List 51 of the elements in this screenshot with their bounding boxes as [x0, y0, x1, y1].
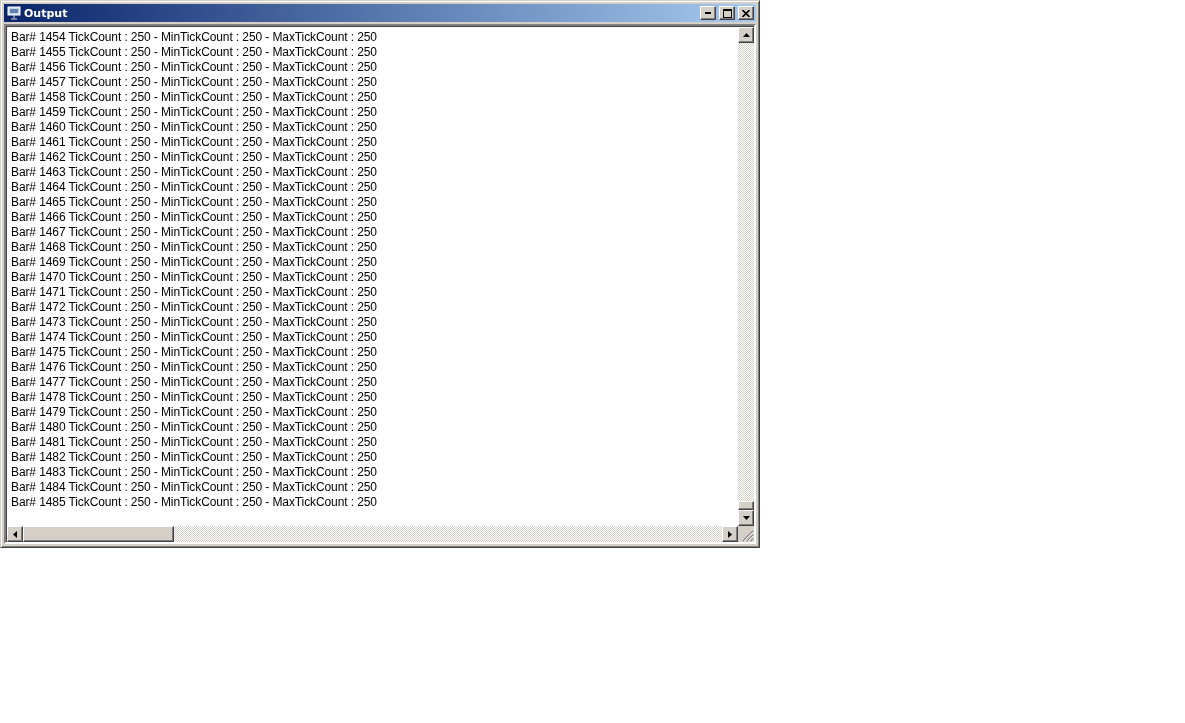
- window-title: Output: [24, 6, 69, 20]
- minimize-button[interactable]: [700, 6, 716, 20]
- log-line: Bar# 1482 TickCount : 250 - MinTickCount : 250 - MaxTickCount : 250: [11, 450, 377, 465]
- log-line: Bar# 1485 TickCount : 250 - MinTickCount : 250 - MaxTickCount : 250: [11, 495, 377, 510]
- maximize-button[interactable]: [719, 6, 735, 20]
- log-line: Bar# 1473 TickCount : 250 - MinTickCount : 250 - MaxTickCount : 250: [11, 315, 377, 330]
- log-line: Bar# 1471 TickCount : 250 - MinTickCount : 250 - MaxTickCount : 250: [11, 285, 377, 300]
- left-arrow-icon: [13, 530, 17, 538]
- log-line: Bar# 1468 TickCount : 250 - MinTickCount : 250 - MaxTickCount : 250: [11, 240, 377, 255]
- close-button[interactable]: [738, 6, 754, 20]
- scroll-thumb[interactable]: [23, 526, 174, 542]
- down-arrow-icon: [742, 516, 750, 520]
- log-line: Bar# 1462 TickCount : 250 - MinTickCount : 250 - MaxTickCount : 250: [11, 150, 377, 165]
- log-line: Bar# 1470 TickCount : 250 - MinTickCount : 250 - MaxTickCount : 250: [11, 270, 377, 285]
- log-line: Bar# 1484 TickCount : 250 - MinTickCount : 250 - MaxTickCount : 250: [11, 480, 377, 495]
- scroll-left-button[interactable]: [7, 526, 23, 542]
- right-arrow-icon: [728, 530, 732, 538]
- log-line: Bar# 1478 TickCount : 250 - MinTickCount : 250 - MaxTickCount : 250: [11, 390, 377, 405]
- monitor-icon: [7, 6, 21, 20]
- log-line: Bar# 1459 TickCount : 250 - MinTickCount : 250 - MaxTickCount : 250: [11, 105, 377, 120]
- scroll-up-button[interactable]: [738, 27, 754, 43]
- scroll-down-button[interactable]: [738, 510, 754, 526]
- minimize-icon: [705, 12, 711, 14]
- log-line: Bar# 1475 TickCount : 250 - MinTickCount : 250 - MaxTickCount : 250: [11, 345, 377, 360]
- close-icon: [742, 9, 750, 17]
- log-line: Bar# 1458 TickCount : 250 - MinTickCount : 250 - MaxTickCount : 250: [11, 90, 377, 105]
- log-line: Bar# 1454 TickCount : 250 - MinTickCount : 250 - MaxTickCount : 250: [11, 30, 377, 45]
- log-line: Bar# 1483 TickCount : 250 - MinTickCount : 250 - MaxTickCount : 250: [11, 465, 377, 480]
- log-line: Bar# 1461 TickCount : 250 - MinTickCount : 250 - MaxTickCount : 250: [11, 135, 377, 150]
- log-line: Bar# 1481 TickCount : 250 - MinTickCount : 250 - MaxTickCount : 250: [11, 435, 377, 450]
- log-line: Bar# 1474 TickCount : 250 - MinTickCount : 250 - MaxTickCount : 250: [11, 330, 377, 345]
- log-line: Bar# 1472 TickCount : 250 - MinTickCount : 250 - MaxTickCount : 250: [11, 300, 377, 315]
- log-line: Bar# 1460 TickCount : 250 - MinTickCount : 250 - MaxTickCount : 250: [11, 120, 377, 135]
- resize-grip-icon[interactable]: [742, 530, 754, 542]
- log-line: Bar# 1469 TickCount : 250 - MinTickCount : 250 - MaxTickCount : 250: [11, 255, 377, 270]
- up-arrow-icon: [742, 33, 750, 37]
- log-line: Bar# 1467 TickCount : 250 - MinTickCount : 250 - MaxTickCount : 250: [11, 225, 377, 240]
- log-line: Bar# 1480 TickCount : 250 - MinTickCount : 250 - MaxTickCount : 250: [11, 420, 377, 435]
- scroll-right-button[interactable]: [722, 526, 738, 542]
- maximize-icon: [722, 8, 732, 18]
- log-line: Bar# 1476 TickCount : 250 - MinTickCount : 250 - MaxTickCount : 250: [11, 360, 377, 375]
- log-line: Bar# 1465 TickCount : 250 - MinTickCount : 250 - MaxTickCount : 250: [11, 195, 377, 210]
- log-line: Bar# 1463 TickCount : 250 - MinTickCount : 250 - MaxTickCount : 250: [11, 165, 377, 180]
- log-line: Bar# 1456 TickCount : 250 - MinTickCount : 250 - MaxTickCount : 250: [11, 60, 377, 75]
- log-line: Bar# 1455 TickCount : 250 - MinTickCount : 250 - MaxTickCount : 250: [11, 45, 377, 60]
- log-line: Bar# 1477 TickCount : 250 - MinTickCount : 250 - MaxTickCount : 250: [11, 375, 377, 390]
- log-line: Bar# 1464 TickCount : 250 - MinTickCount : 250 - MaxTickCount : 250: [11, 180, 377, 195]
- scroll-thumb[interactable]: [738, 501, 754, 510]
- log-line: Bar# 1479 TickCount : 250 - MinTickCount : 250 - MaxTickCount : 250: [11, 405, 377, 420]
- log-line: Bar# 1457 TickCount : 250 - MinTickCount : 250 - MaxTickCount : 250: [11, 75, 377, 90]
- log-line: Bar# 1466 TickCount : 250 - MinTickCount : 250 - MaxTickCount : 250: [11, 210, 377, 225]
